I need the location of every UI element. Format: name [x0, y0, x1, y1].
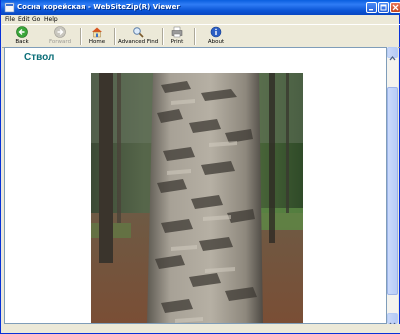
toolbar-separator [162, 28, 164, 45]
up-arrow-icon [389, 55, 396, 61]
about-button[interactable]: About [204, 26, 228, 47]
menu-bar: File Edit Go Help [2, 15, 400, 24]
title-bar[interactable]: Сосна корейская - WebSiteZip(R) Viewer [1, 0, 400, 15]
toolbar-separator [80, 28, 82, 45]
status-bar [2, 324, 400, 333]
scroll-thumb[interactable] [387, 87, 398, 295]
app-window: Сосна корейская - WebSiteZip(R) Viewer F… [0, 0, 400, 334]
forward-arrow-icon [54, 26, 66, 38]
back-button[interactable]: Back [6, 26, 38, 47]
menu-file[interactable]: File [5, 15, 15, 24]
minimize-icon [369, 9, 373, 11]
toolbar-separator [114, 28, 116, 45]
scroll-up-button[interactable] [387, 47, 398, 61]
magnifier-icon [133, 27, 144, 38]
toolbar: Back Forward Home Advanced Find Print Ab… [2, 24, 400, 48]
toolbar-separator [194, 28, 196, 45]
forward-button[interactable]: Forward [44, 26, 76, 47]
menu-edit[interactable]: Edit [18, 15, 30, 24]
scroll-down-button[interactable] [387, 313, 398, 328]
close-icon [392, 4, 399, 11]
menu-go[interactable]: Go [32, 15, 40, 24]
close-button[interactable] [390, 2, 400, 13]
advanced-find-label: Advanced Find [118, 39, 159, 45]
print-button[interactable]: Print [166, 26, 188, 47]
print-label: Print [170, 39, 184, 45]
home-label: Home [88, 39, 106, 45]
back-label: Back [15, 39, 29, 45]
maximize-button[interactable] [378, 2, 389, 13]
printer-icon [171, 26, 183, 38]
window-title: Сосна корейская - WebSiteZip(R) Viewer [17, 3, 180, 11]
home-button[interactable]: Home [84, 26, 110, 47]
house-icon [92, 27, 102, 38]
advanced-find-button[interactable]: Advanced Find [118, 26, 158, 47]
tree-trunk-photo [91, 73, 303, 323]
app-icon [4, 2, 15, 13]
minimize-button[interactable] [366, 2, 377, 13]
maximize-icon [380, 4, 387, 11]
vertical-scrollbar[interactable] [387, 47, 398, 328]
back-arrow-icon [16, 26, 28, 38]
content-area[interactable]: Ствол [4, 47, 387, 324]
about-label: About [207, 39, 225, 45]
info-icon [210, 26, 222, 38]
menu-help[interactable]: Help [44, 15, 58, 24]
page-heading: Ствол [24, 52, 55, 63]
forward-label: Forward [48, 39, 72, 45]
